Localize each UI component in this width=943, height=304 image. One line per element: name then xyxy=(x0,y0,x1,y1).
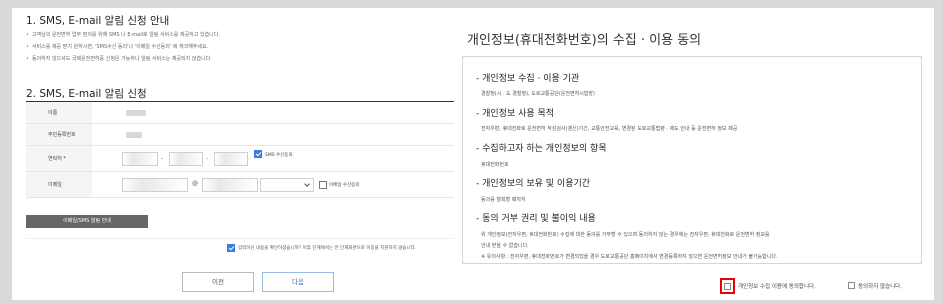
page-frame: 1. SMS, E-mail 알림 신청 안내 고객님의 운전면허 업무 편의를… xyxy=(12,8,934,300)
rrn-label: 주민등록번호 xyxy=(26,124,92,145)
agree-checkbox-highlight[interactable] xyxy=(720,278,735,294)
mobile-row: 연락처 * - - SMS 수신동의 xyxy=(26,146,454,172)
section2-title: 2. SMS, E-mail 알림 신청 xyxy=(26,88,147,100)
consent-body: 안내 받을 수 없습니다. xyxy=(481,243,529,249)
email-id-input[interactable] xyxy=(122,178,188,192)
email-domain-select[interactable] xyxy=(260,178,314,192)
consent-content-box: 개인정보 수집 · 이용 기관 경찰청(시 · 도 경찰청), 도로교통공단(운… xyxy=(462,56,922,264)
name-value xyxy=(126,110,146,116)
email-domain-input[interactable] xyxy=(202,178,258,192)
divider xyxy=(26,238,454,239)
section1-title: 1. SMS, E-mail 알림 신청 안내 xyxy=(26,15,170,27)
consent-heading: 개인정보 수집 · 이용 기관 xyxy=(476,71,579,84)
mobile-label: 연락처 * xyxy=(26,146,92,171)
consent-body: 위 개인정보(전자우편, 휴대전화번호) 수집에 대한 동의를 거부할 수 있으… xyxy=(481,232,770,238)
name-row: 이름 xyxy=(26,102,454,124)
mobile-last-input[interactable] xyxy=(214,152,248,166)
next-button[interactable]: 다음 xyxy=(262,272,334,292)
consent-heading: 개인정보 사용 목적 xyxy=(476,106,554,119)
notification-form: 이름 주민등록번호 연락처 * - - SMS 수신동의 이메일 @ 이메일 수… xyxy=(26,102,454,198)
sms-consent-label: SMS 수신동의 xyxy=(265,153,293,158)
consent-body: 경찰청(시 · 도 경찰청), 도로교통공단(운전면허시험장) xyxy=(481,91,595,97)
consent-heading: 개인정보의 보유 및 이용기간 xyxy=(476,176,590,189)
email-consent-checkbox[interactable] xyxy=(319,181,327,189)
privacy-consent-panel: 개인정보(휴대전화번호)의 수집 · 이용 동의 개인정보 수집 · 이용 기관… xyxy=(462,8,934,300)
consent-heading: 수집하고자 하는 개인정보의 항목 xyxy=(476,141,607,154)
email-row: 이메일 @ 이메일 수신동의 xyxy=(26,172,454,198)
name-label: 이름 xyxy=(26,102,92,123)
consent-heading: 동의 거부 권리 및 불이익 내용 xyxy=(476,211,596,224)
notice-item: 고객님의 운전면허 업무 편의를 위해 SMS 나 E-mail로 알림 서비스… xyxy=(26,31,220,38)
consent-body: 동의를 철회할 때까지 xyxy=(481,197,526,203)
sms-email-panel: 1. SMS, E-mail 알림 신청 안내 고객님의 운전면허 업무 편의를… xyxy=(26,8,454,300)
consent-notice: ※ 유의사항 : 전자우편, 휴대전화번호가 변경되었을 경우 도로교통공단 홈… xyxy=(481,254,778,260)
agree-checkbox[interactable] xyxy=(724,283,731,290)
sms-email-guide-button[interactable]: 이메일/SMS 알림 안내 xyxy=(26,215,148,228)
email-consent-label: 이메일 수신동의 xyxy=(329,183,360,188)
chevron-down-icon xyxy=(304,181,310,187)
consent-title: 개인정보(휴대전화번호)의 수집 · 이용 동의 xyxy=(467,33,702,48)
disagree-label: 동의하지 않습니다. xyxy=(858,284,902,290)
rrn-row: 주민등록번호 xyxy=(26,124,454,146)
sms-consent-checkbox[interactable] xyxy=(254,150,262,158)
rrn-value xyxy=(126,132,142,138)
consent-choice: 개인정보 수집 이용에 동의합니다. 동의하지 않습니다. xyxy=(720,278,934,294)
mobile-prefix-input[interactable] xyxy=(122,152,158,166)
email-label: 이메일 xyxy=(26,172,92,197)
agree-label: 개인정보 수집 이용에 동의합니다. xyxy=(738,284,816,290)
prev-button[interactable]: 이전 xyxy=(182,272,254,292)
mobile-middle-input[interactable] xyxy=(169,152,203,166)
consent-body: 전자우편, 휴대전화로 운전면허 적성검사(갱신)기간, 교통안전교육, 변경된… xyxy=(481,126,738,132)
consent-body: 휴대전화번호 xyxy=(481,162,509,168)
notice-item: 서비스를 제공 받기 원하시면, 'SMS수신 동의'나 '이메일 수신동의' … xyxy=(26,43,208,50)
disagree-checkbox[interactable] xyxy=(848,282,855,289)
mobile-dash: - xyxy=(206,155,209,162)
confirm-label: 입력하신 내용을 확인하셨습니까? 이후 단계에서는 전 단계화면으로 이동을 … xyxy=(238,246,417,251)
email-at-sign: @ xyxy=(192,180,198,187)
confirm-checkbox[interactable] xyxy=(227,244,235,252)
notice-item: 동의하지 않으셔도 국제운전면허증 신청은 가능하나 알림 서비스는 제공되지 … xyxy=(26,55,212,62)
mobile-dash: - xyxy=(161,155,164,162)
